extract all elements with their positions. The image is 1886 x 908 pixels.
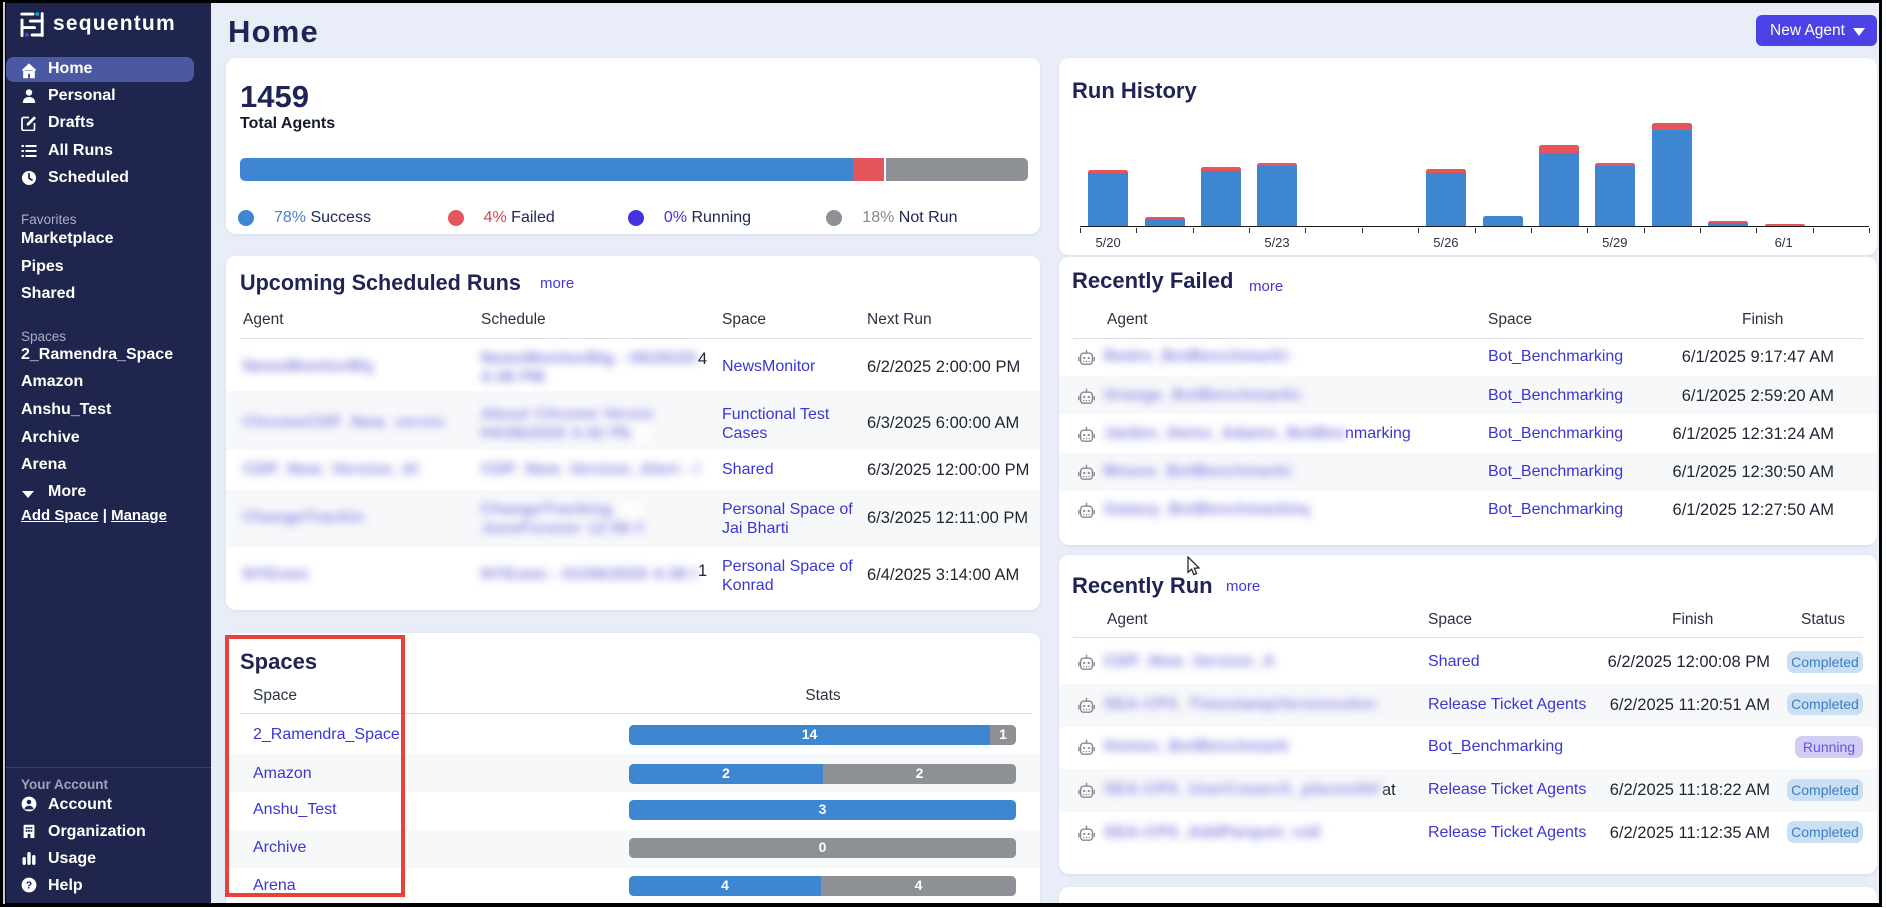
svg-text:?: ? — [26, 880, 32, 892]
